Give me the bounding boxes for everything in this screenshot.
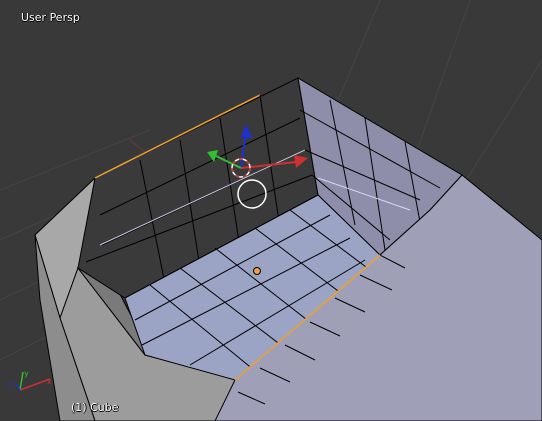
viewport-canvas[interactable]: x y z [0, 0, 542, 421]
view-name-label: User Persp [21, 11, 80, 24]
object-info-label: (1) Cube [71, 401, 119, 414]
3d-viewport[interactable]: x y z User Persp (1) Cube [0, 0, 542, 421]
svg-text:y: y [24, 369, 29, 378]
svg-text:z: z [8, 380, 12, 389]
svg-text:x: x [47, 377, 52, 386]
view-axes-icon: x y z [8, 369, 52, 391]
object-origin-icon[interactable] [253, 267, 261, 275]
